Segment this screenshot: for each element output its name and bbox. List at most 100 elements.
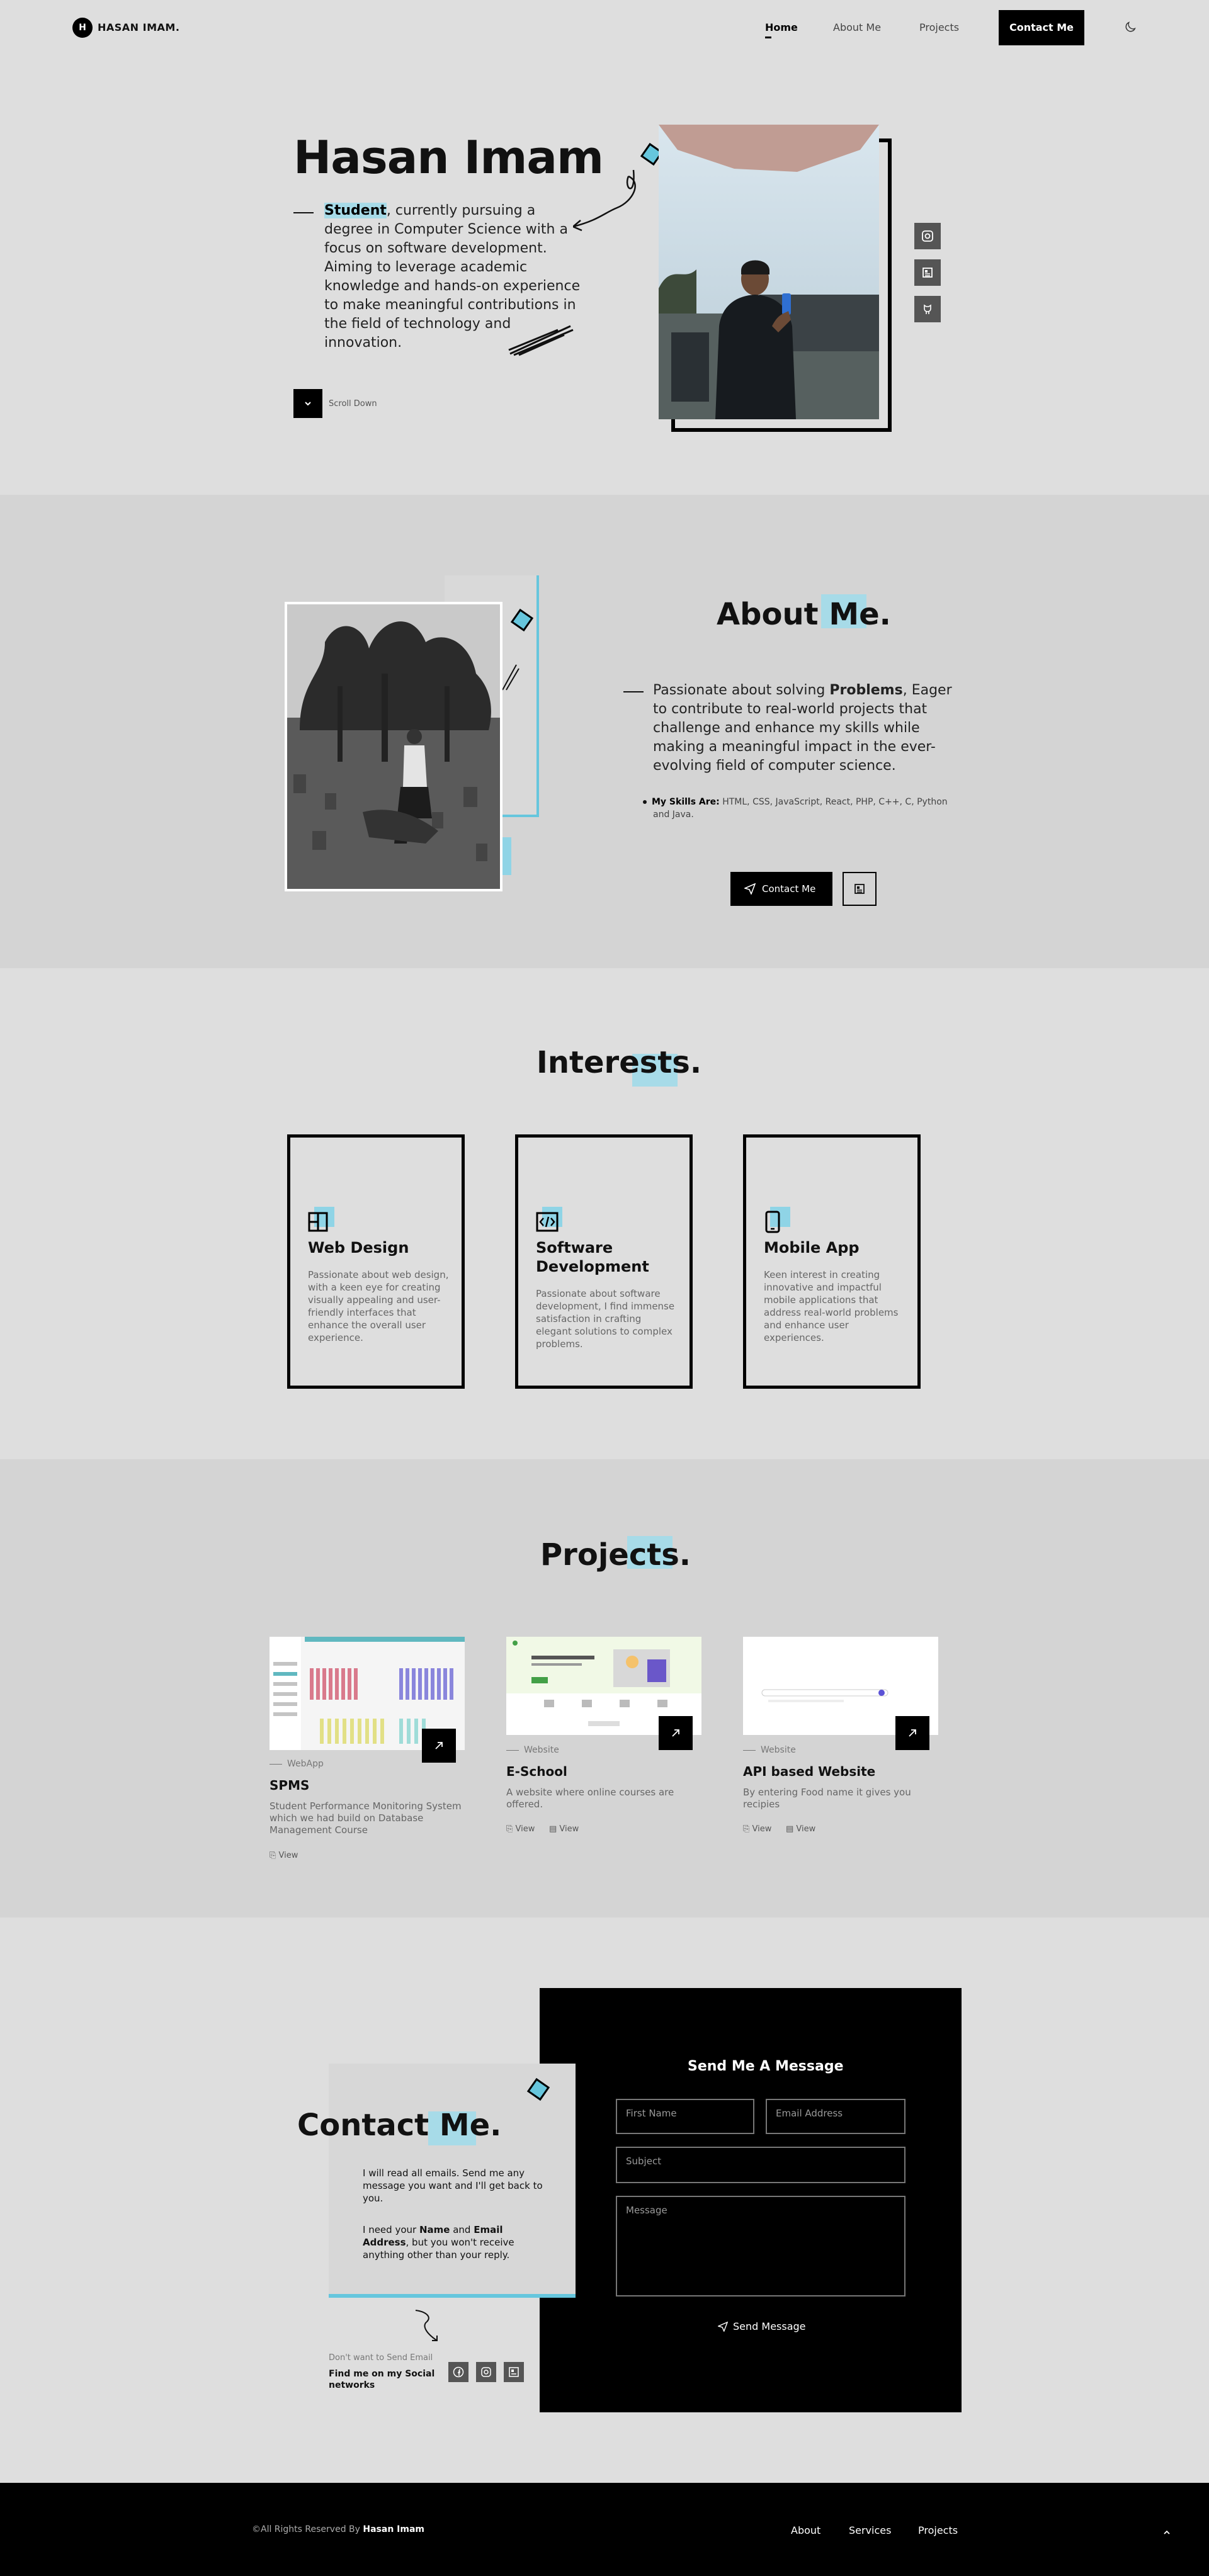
interest-card-web-design: Web Design Passionate about web design, … bbox=[287, 1134, 465, 1389]
send-message-label: Send Message bbox=[733, 2320, 806, 2332]
project-open-button[interactable] bbox=[659, 1716, 693, 1750]
hero-title: Hasan Imam bbox=[293, 131, 604, 184]
card-description: Passionate about software development, I… bbox=[536, 1288, 675, 1350]
scroll-down-button[interactable] bbox=[293, 389, 322, 418]
project-open-button[interactable] bbox=[895, 1716, 929, 1750]
id-card-icon bbox=[922, 268, 933, 278]
project-view-label: View bbox=[515, 1824, 535, 1834]
card-title: Web Design bbox=[308, 1239, 409, 1257]
first-name-input[interactable]: First Name bbox=[616, 2099, 754, 2134]
project-view-link[interactable]: ⎘ View bbox=[506, 1824, 535, 1834]
skills-label: My Skills Are: bbox=[652, 797, 720, 807]
resume-button[interactable] bbox=[843, 872, 877, 906]
card-description: Passionate about web design, with a keen… bbox=[308, 1269, 449, 1343]
send-icon bbox=[744, 883, 756, 895]
curly-arrow-doodle bbox=[415, 2310, 438, 2341]
interest-card-mobile-app: Mobile App Keen interest in creating inn… bbox=[743, 1134, 921, 1389]
hero-bold-word: Student bbox=[324, 203, 387, 218]
resume-link[interactable] bbox=[504, 2362, 524, 2382]
about-skills: My Skills Are: HTML, CSS, JavaScript, Re… bbox=[643, 796, 962, 821]
project-tag: Website bbox=[506, 1745, 559, 1755]
project-code-label: View bbox=[559, 1824, 579, 1834]
interest-card-software-development: Software Development Passionate about so… bbox=[515, 1134, 693, 1389]
projects-title: Projects. bbox=[540, 1537, 691, 1573]
arrow-up-right-icon bbox=[909, 1729, 916, 1737]
project-code-label: View bbox=[796, 1824, 816, 1834]
instagram-link[interactable] bbox=[476, 2362, 496, 2382]
moon-icon[interactable] bbox=[1123, 20, 1137, 34]
footer bbox=[0, 2483, 1209, 2576]
contact-note: I need your Name and Email Address, but … bbox=[363, 2223, 552, 2261]
copyright-name: Hasan Imam bbox=[363, 2524, 424, 2534]
message-textarea[interactable]: Message bbox=[616, 2196, 905, 2296]
link-icon: ⎘ bbox=[743, 1824, 752, 1834]
contact-note-text: and bbox=[450, 2224, 474, 2235]
code-icon bbox=[536, 1207, 562, 1232]
project-name: SPMS bbox=[270, 1778, 310, 1793]
project-description: Student Performance Monitoring System wh… bbox=[270, 1800, 462, 1836]
top-navbar: H HASAN IMAM. Home About Me Projects Con… bbox=[0, 0, 1209, 55]
id-card-icon: ▤ bbox=[786, 1824, 797, 1834]
copyright-text: ©All Rights Reserved By bbox=[252, 2524, 363, 2534]
project-description: By entering Food name it gives you recip… bbox=[743, 1787, 911, 1810]
link-icon: ⎘ bbox=[270, 1851, 279, 1860]
footer-link-projects[interactable]: Projects bbox=[918, 2524, 958, 2536]
instagram-icon bbox=[481, 2367, 491, 2377]
no-email-label: Don't want to Send Email bbox=[329, 2353, 433, 2363]
link-icon: ⎘ bbox=[506, 1824, 516, 1834]
nav-contact-button[interactable]: Contact Me bbox=[999, 10, 1084, 45]
about-title: About Me. bbox=[717, 597, 891, 632]
card-title: Software Development bbox=[536, 1239, 649, 1275]
github-link[interactable] bbox=[914, 296, 941, 322]
scribble-doodle bbox=[508, 325, 574, 356]
project-code-link[interactable]: ▤ View bbox=[786, 1824, 815, 1834]
project-tag: Website bbox=[743, 1745, 796, 1755]
contact-note-bold: Name bbox=[419, 2224, 450, 2235]
nav-link-projects[interactable]: Projects bbox=[919, 21, 959, 33]
project-open-button[interactable] bbox=[422, 1729, 456, 1763]
scroll-down-label: Scroll Down bbox=[329, 399, 377, 409]
subject-input[interactable]: Subject bbox=[616, 2147, 905, 2183]
project-view-label: View bbox=[752, 1824, 772, 1834]
about-dash bbox=[623, 691, 644, 692]
send-message-button[interactable]: Send Message bbox=[718, 2320, 806, 2332]
footer-link-services[interactable]: Services bbox=[849, 2524, 891, 2536]
email-input[interactable]: Email Address bbox=[766, 2099, 905, 2134]
hero-portrait-image bbox=[659, 125, 879, 419]
id-card-icon: ▤ bbox=[549, 1824, 560, 1834]
bullet-icon bbox=[643, 800, 647, 804]
nav-link-about[interactable]: About Me bbox=[833, 21, 881, 33]
social-label: Find me on my Social networks bbox=[329, 2369, 435, 2390]
interests-title: Interests. bbox=[536, 1045, 702, 1080]
form-title: Send Me A Message bbox=[688, 2059, 844, 2074]
project-view-link[interactable]: ⎘ View bbox=[270, 1851, 298, 1860]
project-view-link[interactable]: ⎘ View bbox=[743, 1824, 771, 1834]
nav-link-home[interactable]: Home bbox=[765, 21, 798, 33]
arrow-up-right-icon bbox=[435, 1742, 443, 1749]
footer-copyright: ©All Rights Reserved By Hasan Imam bbox=[252, 2524, 424, 2534]
about-contact-label: Contact Me bbox=[762, 883, 816, 895]
project-name: API based Website bbox=[743, 1764, 876, 1779]
about-text-pre: Passionate about solving bbox=[653, 682, 830, 698]
resume-link[interactable] bbox=[914, 259, 941, 286]
about-section bbox=[0, 495, 1209, 968]
hero-dash bbox=[293, 212, 314, 213]
id-card-icon bbox=[854, 884, 865, 894]
project-code-link[interactable]: ▤ View bbox=[549, 1824, 579, 1834]
arrow-up-right-icon bbox=[672, 1729, 679, 1737]
project-view-label: View bbox=[278, 1851, 298, 1860]
card-title: Mobile App bbox=[764, 1239, 860, 1257]
logo-icon[interactable]: H bbox=[72, 18, 93, 38]
contact-paragraph: I will read all emails. Send me any mess… bbox=[363, 2167, 543, 2204]
chevron-up-icon[interactable] bbox=[1162, 2528, 1171, 2537]
facebook-link[interactable] bbox=[448, 2362, 468, 2382]
send-icon bbox=[718, 2322, 728, 2332]
logo-text[interactable]: HASAN IMAM. bbox=[98, 21, 179, 33]
id-card-icon bbox=[509, 2367, 519, 2377]
instagram-icon bbox=[922, 230, 933, 242]
about-contact-button[interactable]: Contact Me bbox=[730, 872, 832, 906]
curly-arrow-doodle bbox=[573, 169, 636, 232]
footer-link-about[interactable]: About bbox=[791, 2524, 820, 2536]
instagram-link[interactable] bbox=[914, 223, 941, 249]
nav-active-indicator bbox=[765, 37, 771, 38]
